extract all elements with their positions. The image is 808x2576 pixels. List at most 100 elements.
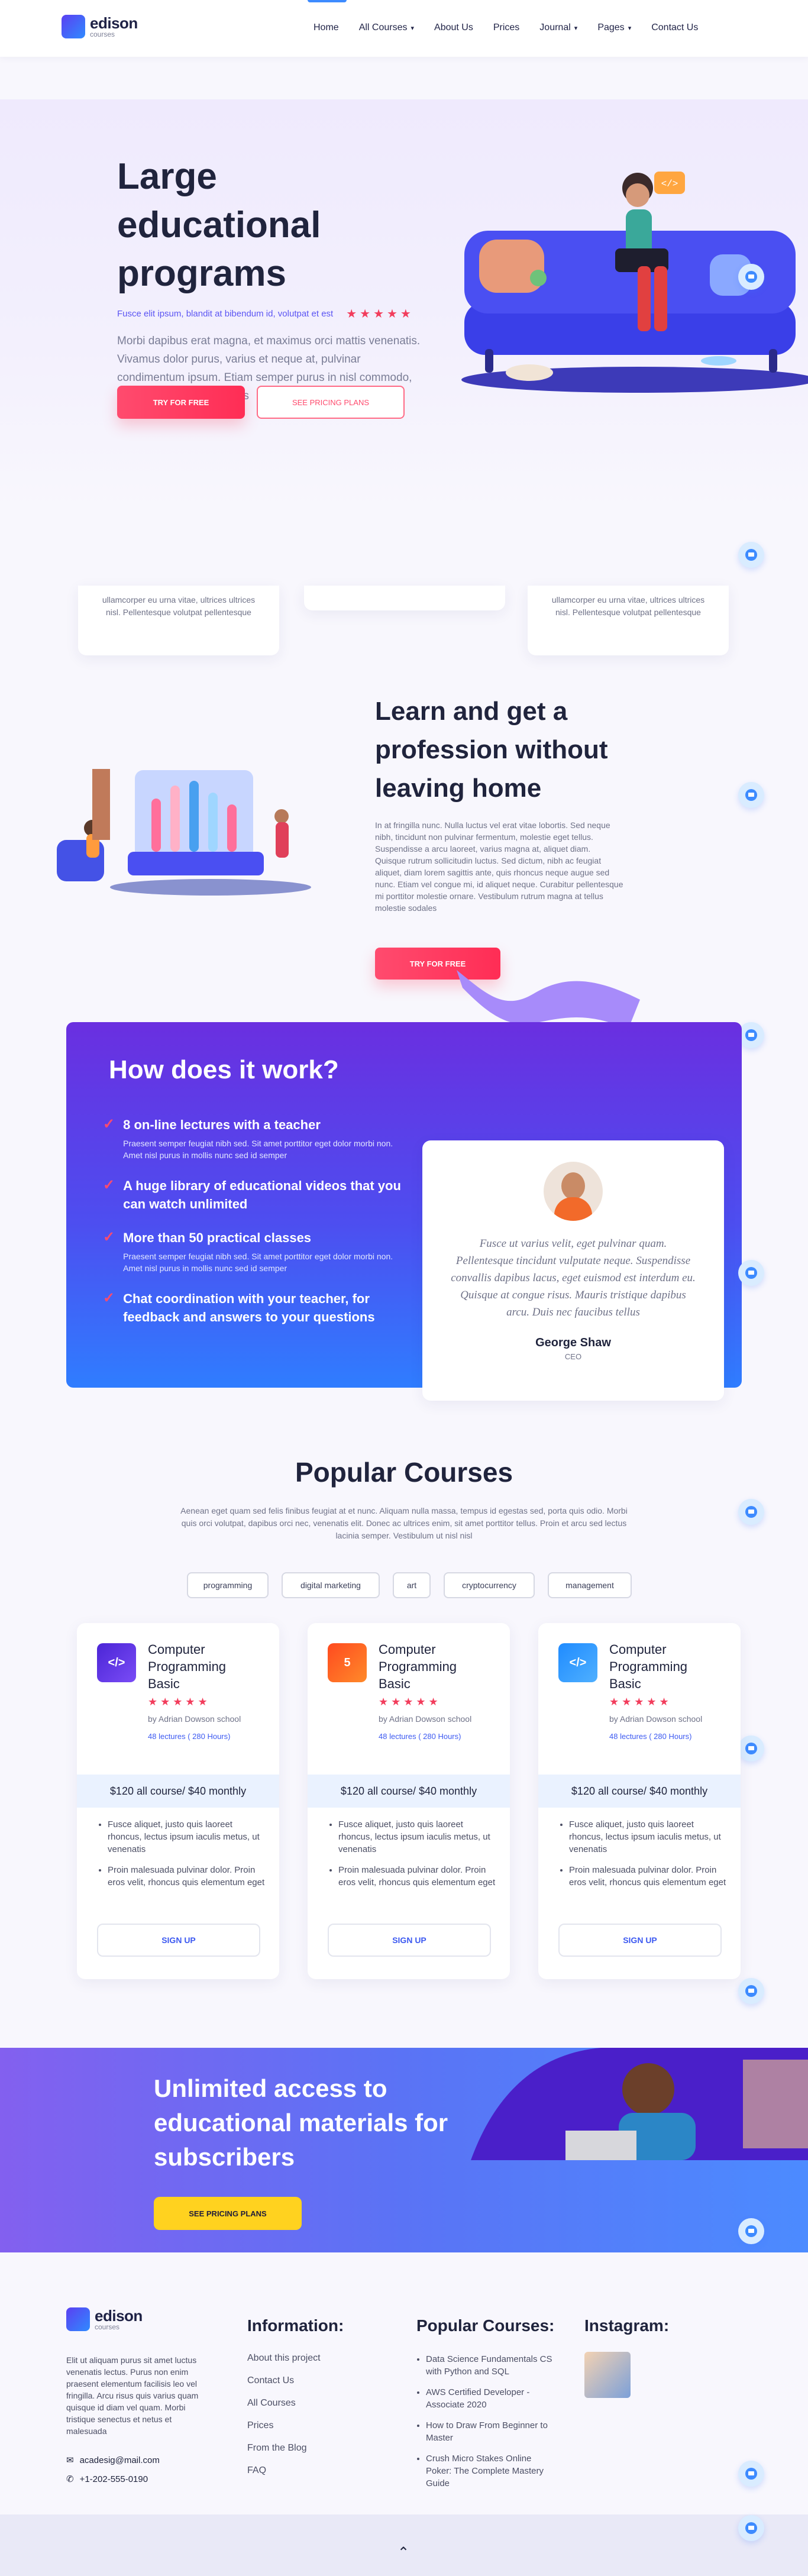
tag-programming[interactable]: programming (187, 1572, 269, 1598)
svg-text:</>: </> (661, 179, 678, 189)
course-feature: Fusce aliquet, justo quis laoreet rhoncu… (108, 1818, 269, 1856)
footer-about: Elit ut aliquam purus sit amet luctus ve… (66, 2355, 199, 2436)
sign-up-button[interactable]: SIGN UP (328, 1924, 491, 1957)
course-rating: ★★★★★ (379, 1696, 441, 1708)
mail-icon: ✉ (66, 2455, 74, 2465)
check-icon: ✓ (103, 1229, 115, 1245)
learn-title: Learn and get a profession without leavi… (375, 697, 608, 803)
course-author: by Adrian Dowson school (609, 1714, 703, 1724)
sign-up-button[interactable]: SIGN UP (97, 1924, 260, 1957)
tag-management[interactable]: management (548, 1572, 632, 1598)
course-feature: Proin malesuada pulvinar dolor. Proin er… (569, 1864, 730, 1889)
footer-phone[interactable]: ✆ +1-202-555-0190 (66, 2474, 148, 2485)
footer-link[interactable]: Prices (247, 2415, 344, 2437)
code-icon: </> (558, 1643, 597, 1682)
footer-link[interactable]: FAQ (247, 2459, 344, 2482)
banner-illustration (471, 2048, 808, 2160)
testimonial-card: Fusce ut varius velit, eget pulvinar qua… (422, 1140, 724, 1401)
hero-subtitle: Fusce elit ipsum, blandit at bibendum id… (117, 309, 334, 319)
footer-course-link[interactable]: Crush Micro Stakes Online Poker: The Com… (426, 2452, 558, 2490)
footer-instagram-title: Instagram: (584, 2316, 670, 2335)
cart-icon[interactable] (738, 1022, 764, 1048)
testimonial-quote: Fusce ut varius velit, eget pulvinar qua… (451, 1237, 696, 1318)
banner-pricing-button[interactable]: SEE PRICING PLANS (154, 2197, 302, 2230)
footer-courses-title: Popular Courses: (416, 2316, 555, 2335)
footer-link[interactable]: From the Blog (247, 2437, 344, 2459)
course-author: by Adrian Dowson school (379, 1714, 472, 1724)
cart-icon[interactable] (738, 2515, 764, 2541)
cart-icon[interactable] (738, 2218, 764, 2244)
course-title[interactable]: Computer Programming Basic (379, 1641, 491, 1692)
course-title[interactable]: Computer Programming Basic (609, 1641, 722, 1692)
cart-icon[interactable] (738, 1260, 764, 1286)
cart-icon[interactable] (738, 782, 764, 808)
avatar (544, 1162, 603, 1221)
popular-intro: Aenean eget quam sed felis finibus feugi… (180, 1506, 628, 1540)
feature-card-text: ullamcorper eu urna vitae, ultrices ultr… (102, 595, 256, 617)
tag-art[interactable]: art (393, 1572, 431, 1598)
footer-email[interactable]: ✉ acadesig@mail.com (66, 2455, 160, 2466)
footer-course-link[interactable]: AWS Certified Developer - Associate 2020 (426, 2386, 558, 2411)
feature-card (304, 586, 505, 610)
footer-bottom-bar: ⌃ (0, 2514, 808, 2576)
cart-icon[interactable] (738, 1735, 764, 1761)
nav-contact-us[interactable]: Contact Us (651, 22, 698, 33)
sign-up-button[interactable]: SIGN UP (558, 1924, 722, 1957)
nav-all-courses[interactable]: All Courses ▾ (359, 22, 414, 33)
nav-about-us[interactable]: About Us (434, 22, 473, 33)
feature-card: ullamcorper eu urna vitae, ultrices ultr… (78, 586, 279, 655)
tag-digital-marketing[interactable]: digital marketing (282, 1572, 380, 1598)
nav-home[interactable]: Home (313, 22, 339, 33)
popular-courses-title: Popular Courses (295, 1457, 513, 1488)
footer-link[interactable]: All Courses (247, 2392, 344, 2415)
how-item: ✓ More than 50 practical classes Praesent… (103, 1229, 393, 1273)
how-list: ✓ 8 on-line lectures with a teacher Praes… (103, 1116, 405, 1326)
check-icon: ✓ (103, 1290, 115, 1306)
course-lectures: 48 lectures ( 280 Hours) (609, 1732, 692, 1741)
course-feature: Fusce aliquet, justo quis laoreet rhoncu… (338, 1818, 499, 1856)
course-card: 5 Computer Programming Basic ★★★★★ by Ad… (308, 1623, 510, 1979)
course-card: </> Computer Programming Basic ★★★★★ by … (77, 1623, 279, 1979)
chevron-down-icon: ▾ (628, 24, 632, 32)
footer-course-link[interactable]: How to Draw From Beginner to Master (426, 2419, 558, 2444)
cart-icon[interactable] (738, 2461, 764, 2487)
logo-icon (62, 14, 85, 38)
course-title[interactable]: Computer Programming Basic (148, 1641, 260, 1692)
how-item: ✓ 8 on-line lectures with a teacher Praes… (103, 1116, 393, 1160)
footer-info: Information: About this project Contact … (247, 2316, 344, 2482)
course-lectures: 48 lectures ( 280 Hours) (379, 1732, 461, 1741)
chevron-down-icon: ▾ (574, 24, 578, 32)
footer-instagram: Instagram: (584, 2316, 669, 2398)
try-free-button[interactable]: TRY FOR FREE (117, 386, 245, 419)
instagram-thumbnail[interactable] (584, 2352, 631, 2398)
footer-logo[interactable]: edison courses (66, 2307, 143, 2331)
phone-icon: ✆ (66, 2474, 74, 2484)
nav-pages[interactable]: Pages ▾ (597, 22, 631, 33)
tag-cryptocurrency[interactable]: cryptocurrency (444, 1572, 535, 1598)
course-tags: programming digital marketing art crypto… (187, 1572, 632, 1598)
hero-rating: ★★★★★ (346, 308, 414, 321)
nav-journal[interactable]: Journal ▾ (539, 22, 577, 33)
nav-prices[interactable]: Prices (493, 22, 519, 33)
footer-link[interactable]: Contact Us (247, 2370, 344, 2392)
cart-icon[interactable] (738, 1978, 764, 2004)
logo[interactable]: edison courses (62, 14, 138, 38)
footer-link[interactable]: About this project (247, 2347, 344, 2370)
pricing-plans-button[interactable]: SEE PRICING PLANS (257, 386, 405, 419)
cart-icon[interactable] (738, 264, 764, 290)
footer-course-link[interactable]: Data Science Fundamentals CS with Python… (426, 2353, 558, 2378)
learn-illustration (57, 763, 329, 905)
learn-content: Learn and get a profession without leavi… (375, 692, 623, 914)
cart-icon[interactable] (738, 1499, 764, 1525)
check-icon: ✓ (103, 1177, 115, 1193)
course-card: </> Computer Programming Basic ★★★★★ by … (538, 1623, 741, 1979)
hero-title: Large educational programs (117, 156, 321, 294)
course-rating: ★★★★★ (148, 1696, 211, 1708)
course-feature: Proin malesuada pulvinar dolor. Proin er… (108, 1864, 269, 1889)
course-price: $120 all course/ $40 monthly (77, 1775, 279, 1808)
how-item: ✓ A huge library of educational videos t… (103, 1177, 405, 1213)
footer-info-title: Information: (247, 2316, 344, 2335)
scroll-to-top-icon[interactable]: ⌃ (397, 2544, 409, 2561)
cart-icon[interactable] (738, 542, 764, 568)
footer-courses: Popular Courses: Data Science Fundamenta… (416, 2316, 558, 2498)
